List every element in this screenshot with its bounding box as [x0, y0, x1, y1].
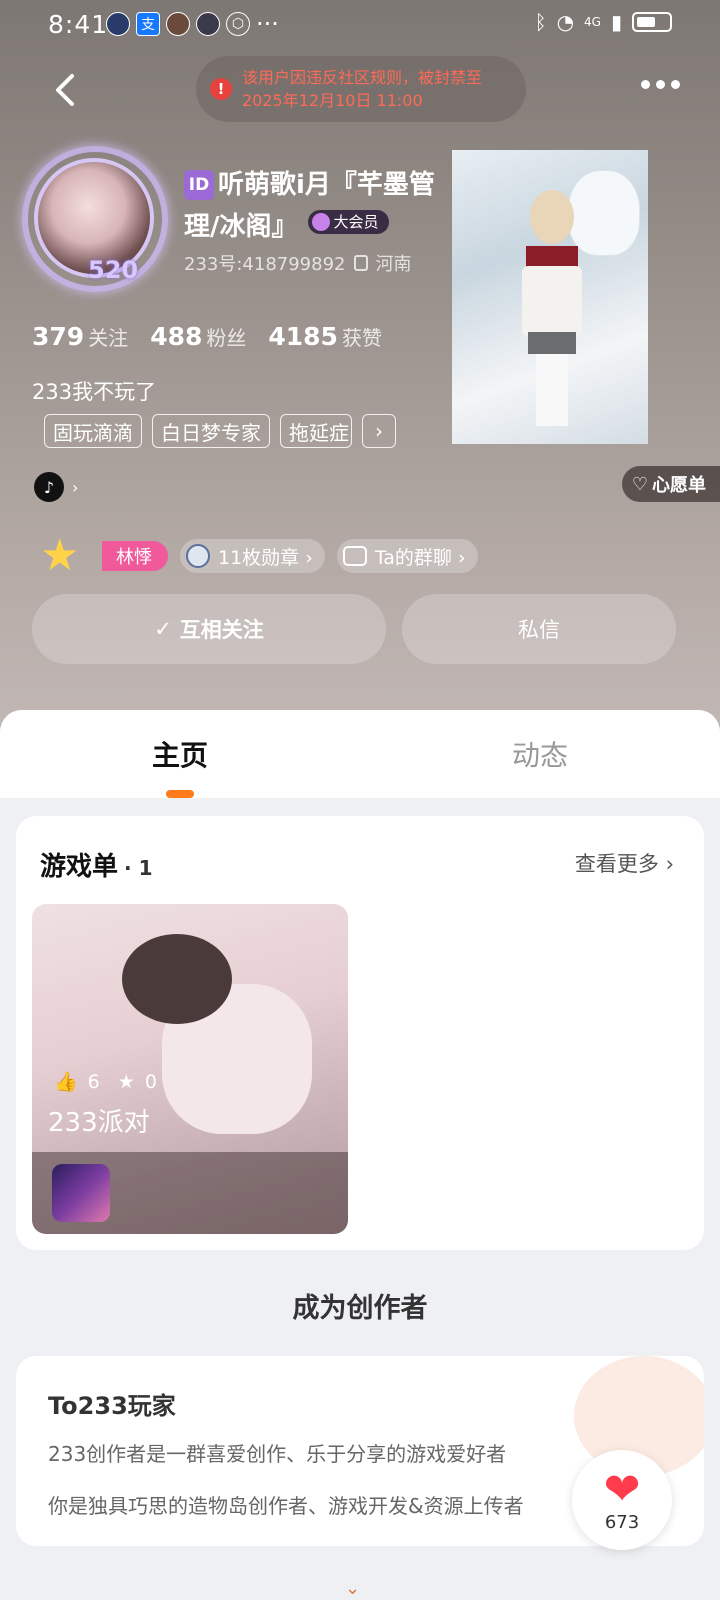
crown-icon [311, 213, 330, 231]
game-list-title: 游戏单 · 1 [40, 852, 153, 882]
bluetooth-icon: ᛒ [534, 10, 547, 34]
app-notification-icon [196, 12, 220, 36]
game-list-count: · 1 [124, 856, 153, 880]
creator-section-title: 成为创作者 [292, 1293, 428, 1324]
star-count: 0 [144, 1070, 157, 1093]
ban-notice-line1: 该用户因违反社区规则，被封禁至 [242, 68, 483, 87]
dot-icon [671, 80, 680, 89]
floating-like-count: 673 [604, 1511, 640, 1533]
status-bar: 8:41 支 ⬡ ··· ᛒ ◔ 4G ▮ [0, 0, 720, 46]
tag-item[interactable]: 固玩滴滴 [44, 414, 142, 448]
ban-notice-banner: ! 该用户因违反社区规则，被封禁至 2025年12月10日 11:00 [196, 56, 526, 122]
avatar[interactable]: 520 [22, 146, 168, 292]
medals-button[interactable]: 11枚勋章 › [180, 539, 325, 573]
character-showcase[interactable] [452, 150, 648, 444]
game-list-name: 233派对 [48, 1108, 150, 1138]
thumbs-up-icon: 👍 [54, 1071, 78, 1093]
profile-stats: 379 关注 488 粉丝 4185 获赞 [32, 322, 382, 351]
heart-icon: ❤ [603, 1463, 641, 1515]
tab-bar: 主页 动态 [0, 710, 720, 798]
name-tag[interactable]: 林悸 [102, 541, 168, 571]
status-time: 8:41 [48, 10, 109, 39]
wifi-icon: ◔ [556, 10, 575, 34]
game-list-card: 游戏单 · 1 查看更多 › 👍 6 ★ 0 233派对 [16, 816, 704, 1250]
app-notification-icon [106, 12, 130, 36]
network-type: 4G [584, 15, 601, 29]
badges-row: ★ 林悸 11枚勋章 › Ta的群聊 › [34, 534, 478, 578]
tab-home[interactable]: 主页 [0, 710, 360, 798]
view-more-link[interactable]: 查看更多 › [575, 848, 674, 878]
copy-icon[interactable] [353, 255, 368, 271]
ban-notice-text: 该用户因违反社区规则，被封禁至 2025年12月10日 11:00 [242, 66, 482, 112]
back-button[interactable] [48, 70, 84, 110]
avatar-frame-badge: 520 [88, 256, 139, 284]
star-badge-icon[interactable]: ★ [34, 534, 104, 578]
tab-active-indicator [166, 790, 194, 798]
medals-label: 11枚勋章 › [218, 546, 313, 569]
tags-more-button[interactable]: › [362, 414, 396, 448]
chevron-right-icon: › [72, 477, 79, 497]
battery-icon [632, 12, 672, 32]
message-button[interactable]: 私信 [402, 594, 676, 664]
tiktok-icon: ♪ [34, 472, 64, 502]
more-notifications-icon: ··· [256, 10, 279, 38]
chevron-down-icon[interactable]: ⌄ [345, 1578, 360, 1599]
character-figure [522, 190, 582, 430]
user-id: 233号:418799892 [184, 254, 346, 275]
medal-icon [186, 544, 210, 568]
mutual-follow-button[interactable]: ✓ 互相关注 [32, 594, 386, 664]
game-list-item[interactable]: 👍 6 ★ 0 233派对 [32, 904, 348, 1234]
game-list-stats: 👍 6 ★ 0 [54, 1070, 157, 1094]
group-chat-label: Ta的群聊 › [374, 546, 466, 569]
app-notification-icon [166, 12, 190, 36]
hexagon-app-icon: ⬡ [226, 12, 250, 36]
tag-list: 固玩滴滴 白日梦专家 拖延症 › [44, 414, 396, 448]
tab-activity[interactable]: 动态 [360, 710, 720, 798]
status-indicators: ᛒ ◔ 4G ▮ [535, 10, 672, 34]
group-chat-button[interactable]: Ta的群聊 › [336, 539, 478, 573]
creator-card-title: To233玩家 [48, 1392, 176, 1420]
checkmark-icon: ✓ [154, 617, 172, 641]
vip-badge[interactable]: 大会员 [307, 210, 389, 234]
location: 河南 [375, 254, 412, 275]
id-badge-icon: ID [184, 170, 214, 200]
stat-likes[interactable]: 4185 获赞 [268, 322, 382, 351]
chat-icon [342, 546, 367, 566]
dot-icon [656, 80, 665, 89]
star-icon: ★ [117, 1070, 135, 1093]
user-id-line: 233号:418799892 河南 [184, 250, 412, 276]
signal-icon: ▮ [610, 10, 622, 34]
bio: 233我不玩了 [32, 380, 157, 404]
chevron-left-icon [56, 74, 74, 106]
tiktok-link[interactable]: ♪ › [34, 472, 78, 502]
tag-item[interactable]: 白日梦专家 [152, 414, 270, 448]
wishlist-button[interactable]: ♡ 心愿单 [621, 466, 720, 502]
status-app-icons: 支 ⬡ ··· [106, 10, 279, 38]
like-count: 6 [87, 1070, 100, 1093]
creator-line2: 你是独具巧思的造物岛创作者、游戏开发&资源上传者 [48, 1494, 524, 1518]
message-label: 私信 [518, 618, 560, 642]
stat-following[interactable]: 379 关注 [32, 322, 128, 351]
dot-icon [641, 80, 650, 89]
vip-label: 大会员 [333, 213, 379, 231]
creator-line1: 233创作者是一群喜爱创作、乐于分享的游戏爱好者 [48, 1442, 507, 1466]
profile-actions: ✓ 互相关注 私信 [32, 594, 676, 664]
more-options-button[interactable] [641, 80, 680, 89]
follow-label: 互相关注 [179, 618, 264, 642]
username-text: 听萌歌i月『芊墨管理/冰阁』 [184, 170, 435, 242]
warning-icon: ! [210, 78, 232, 100]
floating-like-button[interactable]: ❤ 673 [572, 1450, 672, 1550]
username: ID 听萌歌i月『芊墨管理/冰阁』 大会员 [184, 164, 454, 248]
game-icon[interactable] [52, 1164, 110, 1222]
tag-item[interactable]: 拖延症 [280, 414, 352, 448]
stat-followers[interactable]: 488 粉丝 [150, 322, 246, 351]
heart-outline-icon: ♡ [631, 473, 648, 495]
ban-notice-line2: 2025年12月10日 11:00 [242, 91, 423, 110]
wishlist-label: 心愿单 [652, 475, 706, 496]
alipay-icon: 支 [136, 12, 160, 36]
